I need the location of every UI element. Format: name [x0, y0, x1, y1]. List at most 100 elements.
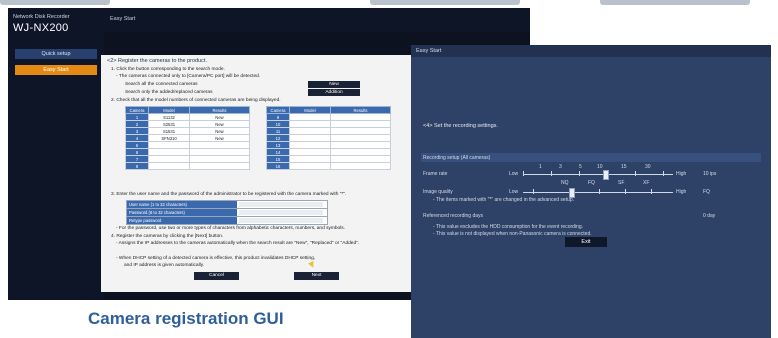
slider-tick	[651, 189, 652, 194]
column-header: Camera	[125, 106, 149, 114]
table-row[interactable]: 1 S1132 New	[125, 113, 250, 121]
image-quality-value: FQ	[703, 189, 710, 195]
section-header: Recording setup (All cameras)	[421, 153, 761, 162]
camera-number: 6	[125, 148, 149, 156]
hdd-note: - This value excludes the HDD consumptio…	[433, 224, 583, 230]
header-bar: Easy Start	[104, 8, 530, 32]
sidebar-item-quick-setup[interactable]: Quick setup	[15, 49, 97, 59]
table-row[interactable]: 14	[266, 148, 391, 156]
table-row[interactable]: 7	[125, 155, 250, 163]
camera-model	[289, 134, 331, 142]
retype-password-row: Retype password	[126, 216, 328, 225]
camera-number: 7	[125, 155, 149, 163]
table-row[interactable]: 5	[125, 141, 250, 149]
camera-model	[289, 127, 331, 135]
advanced-note: - The items marked with "*" are changed …	[433, 197, 575, 203]
new-search-button[interactable]: New	[308, 81, 360, 88]
sidebar-item-easy-start[interactable]: Easy Start	[15, 65, 97, 75]
addition-search-button[interactable]: Addition	[308, 89, 360, 96]
dhcp-note: - When DHCP setting of a detected camera…	[116, 256, 316, 261]
camera-model	[148, 148, 190, 156]
image-quality-low: Low	[509, 189, 519, 195]
column-header: Model	[148, 106, 190, 114]
camera-model	[148, 155, 190, 163]
exit-button[interactable]: Exit	[565, 237, 607, 247]
step1-note: - The cameras connected only to [Camera/…	[116, 74, 261, 79]
table-row[interactable]: 9	[266, 113, 391, 121]
frame-rate-tick-label: 10	[597, 164, 603, 170]
slider-tick	[579, 171, 580, 176]
camera-number: 12	[266, 134, 290, 142]
camera-model: SFN310	[148, 134, 190, 142]
table-row[interactable]: 2 S2531 New	[125, 120, 250, 128]
figure-caption: Camera registration GUI	[88, 309, 284, 328]
next-button[interactable]: Next	[294, 272, 339, 280]
quality-tick-label: SF	[618, 180, 625, 186]
brand-model: WJ-NX200	[13, 22, 69, 34]
table-row[interactable]: 13	[266, 141, 391, 149]
ref-days-value: 0 day	[703, 213, 716, 219]
camera-number: 15	[266, 155, 290, 163]
camera-model	[148, 141, 190, 149]
camera-model: S1132	[148, 113, 190, 121]
frame-rate-tick-label: 15	[621, 164, 627, 170]
step4-note: - Assigns the IP addresses to the camera…	[116, 241, 360, 246]
table-row[interactable]: 12	[266, 134, 391, 142]
strip-segment	[600, 0, 750, 5]
user-name-input[interactable]	[239, 202, 323, 207]
camera-model: S1531	[148, 127, 190, 135]
search-all-label: Search all the connected cameras	[125, 82, 198, 87]
camera-number: 13	[266, 141, 290, 149]
camera-result: New	[189, 134, 250, 142]
camera-number: 11	[266, 127, 290, 135]
step2-text: 2. Check that all the model numbers of c…	[111, 98, 281, 103]
column-header: Model	[289, 106, 331, 114]
camera-result	[189, 162, 250, 170]
camera-number: 4	[125, 134, 149, 142]
table-row[interactable]: 11	[266, 127, 391, 135]
camera-result	[330, 113, 391, 121]
dhcp-note-continued: and IP address is given automatically.	[124, 263, 205, 268]
step3-text: 3. Enter the user name and the password …	[111, 192, 347, 197]
table-row[interactable]: 3 S1531 New	[125, 127, 250, 135]
frame-rate-slider-handle[interactable]	[603, 170, 609, 180]
column-header: Results	[330, 106, 391, 114]
slider-tick	[625, 189, 626, 194]
window-title: Easy Start	[110, 16, 136, 22]
camera-result	[189, 148, 250, 156]
table-row[interactable]: 8	[125, 162, 250, 170]
camera-result: New	[189, 127, 250, 135]
table-row[interactable]: 6	[125, 148, 250, 156]
camera-model	[289, 162, 331, 170]
frame-rate-tick-label: 5	[579, 164, 582, 170]
window-titlebar: Easy Start	[411, 45, 771, 57]
camera-model	[148, 162, 190, 170]
camera-number: 10	[266, 120, 290, 128]
camera-model	[289, 120, 331, 128]
retype-password-input[interactable]	[239, 218, 323, 223]
search-added-label: Search only the added/replaced cameras	[125, 90, 213, 95]
step4-text: 4. Register the cameras by clicking the …	[111, 234, 224, 239]
camera-model	[289, 148, 331, 156]
camera-model: S2531	[148, 120, 190, 128]
password-input[interactable]	[239, 210, 323, 215]
camera-result	[189, 141, 250, 149]
camera-table-left: Camera Model Results 1 S1132 New 2 S2531 New…	[125, 106, 250, 170]
camera-result	[330, 148, 391, 156]
camera-model	[289, 113, 331, 121]
retype-password-label: Retype password	[127, 217, 237, 224]
cancel-button[interactable]: Cancel	[194, 272, 239, 280]
camera-number: 16	[266, 162, 290, 170]
frame-rate-value: 10 ips	[703, 171, 717, 177]
table-row[interactable]: 15	[266, 155, 391, 163]
password-note: - For the password, use two or more type…	[116, 226, 346, 231]
column-header: Results	[189, 106, 250, 114]
table-row[interactable]: 10	[266, 120, 391, 128]
quality-tick-label: XF	[643, 180, 650, 186]
column-header: Camera	[266, 106, 290, 114]
table-row[interactable]: 16	[266, 162, 391, 170]
password-label: Password (8 to 32 characters)	[127, 209, 237, 216]
quality-tick-label: NQ	[561, 180, 569, 186]
frame-rate-label: Frame rate	[423, 171, 448, 177]
table-row[interactable]: 4 SFN310 New	[125, 134, 250, 142]
